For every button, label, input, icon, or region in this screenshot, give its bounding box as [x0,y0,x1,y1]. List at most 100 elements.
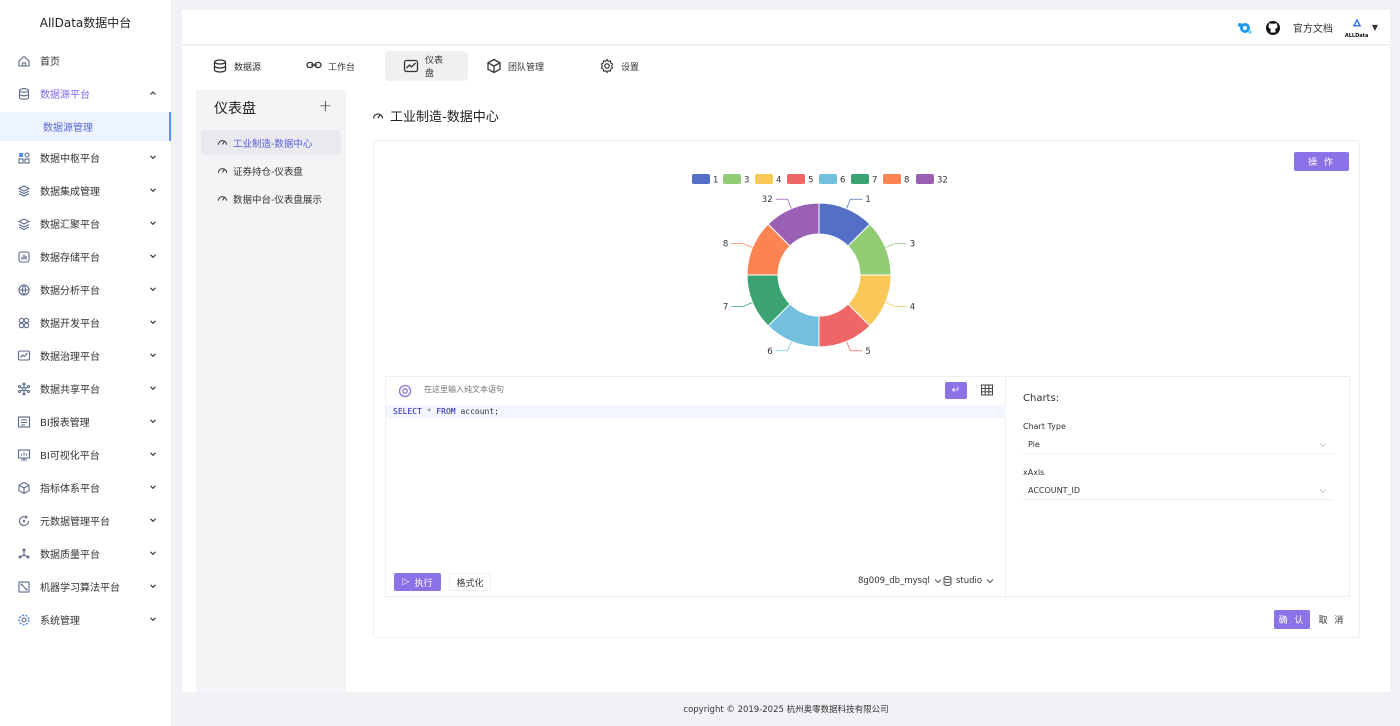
globe-icon [17,283,31,297]
legend-item[interactable]: 5 [787,174,813,186]
sidebar-item[interactable]: 数据存储平台 [0,240,171,273]
dashboard-list-item[interactable]: 证券持仓-仪表盘 [201,158,341,183]
gear-icon [599,58,615,74]
slice-label: 8 [723,240,728,250]
gauge-icon [217,165,228,176]
chevron-down-icon [148,581,158,591]
legend-item[interactable]: 1 [692,174,718,186]
chart-type-label: Chart Type [1023,422,1066,431]
user-menu[interactable]: ALLData ▼ [1345,18,1378,38]
label-line [847,342,863,351]
add-dashboard-button[interactable]: + [319,96,332,115]
tab-1[interactable]: 工作台 [288,51,385,81]
chevron-down-icon [148,185,158,195]
sidebar-item-label: 元数据管理平台 [40,513,110,528]
sql-code-line[interactable]: SELECT * FROM account; [386,405,1006,418]
sidebar-item[interactable]: 数据质量平台 [0,537,171,570]
tab-4[interactable]: 设置 [581,51,658,81]
sidebar-item[interactable]: 首页 [0,44,171,77]
sidebar-item[interactable]: 数据开发平台 [0,306,171,339]
cube-icon [17,481,31,495]
chevron-down-icon [986,577,994,585]
table-icon[interactable] [980,383,994,397]
tab-0[interactable]: 数据源 [194,51,288,81]
svg-text:3: 3 [744,176,749,186]
svg-text:4: 4 [776,176,781,186]
svg-text:1: 1 [713,176,718,186]
sidebar-item[interactable]: 数据共享平台 [0,372,171,405]
sidebar-item-label: 数据中枢平台 [40,150,100,165]
chevron-up-icon [148,88,158,98]
sidebar-item[interactable]: 数据集成管理 [0,174,171,207]
docs-link[interactable]: 官方文档 [1293,20,1333,35]
chevron-down-icon [148,548,158,558]
sidebar-item[interactable]: 数据分析平台 [0,273,171,306]
label-line [731,244,752,248]
format-button[interactable]: 格式化 [449,573,491,591]
ml-icon [17,580,31,594]
prompt-input[interactable] [424,385,824,394]
dashboard-list-item[interactable]: 数据中台-仪表盘展示 [201,186,341,211]
chevron-down-icon [148,383,158,393]
run-button[interactable]: ▷ 执行 [394,573,441,591]
sidebar-item[interactable]: BI可视化平台 [0,438,171,471]
confirm-button[interactable]: 确 认 [1274,610,1310,629]
assistant-icon[interactable] [1237,20,1253,36]
chevron-down-icon [934,577,942,585]
database-icon [17,87,31,101]
tab-3[interactable]: 团队管理 [468,51,581,81]
legend-item[interactable]: 6 [819,174,845,186]
datasource-select[interactable]: 8g009_db_mysql [858,576,942,586]
xaxis-select[interactable]: ACCOUNT_ID [1023,482,1333,500]
screen-icon [17,448,31,462]
tab-label: 仪表盘 [425,53,450,79]
sidebar-subitem[interactable]: 数据源管理 [0,112,171,141]
sidebar-item-label: 数据源平台 [40,86,90,101]
play-icon: ▷ [403,577,410,587]
chevron-down-icon [148,416,158,426]
legend-item[interactable]: 3 [723,174,749,186]
submit-prompt-button[interactable]: ↵ [945,382,967,399]
svg-text:32: 32 [937,176,948,186]
cube-icon [486,58,502,74]
legend-item[interactable]: 32 [916,174,948,186]
operate-button[interactable]: 操 作 [1294,152,1349,171]
sidebar-item[interactable]: BI报表管理 [0,405,171,438]
tab-2[interactable]: 仪表盘 [385,51,468,81]
sidebar-item[interactable]: 元数据管理平台 [0,504,171,537]
network-icon [17,547,31,561]
sidebar-item[interactable]: 指标体系平台 [0,471,171,504]
github-icon[interactable] [1265,20,1281,36]
sidebar-item[interactable]: 数据治理平台 [0,339,171,372]
caret-down-icon: ▼ [1372,23,1378,32]
dashboard-list-item[interactable]: 工业制造-数据中心 [201,130,341,155]
legend-item[interactable]: 4 [755,174,781,186]
slice-label: 32 [762,195,773,205]
sidebar-item-label: 数据质量平台 [40,546,100,561]
dashboard-item-label: 证券持仓-仪表盘 [233,164,303,178]
query-editor-area: ↵ SELECT * FROM account; ▷ 执行 格式化 8g009_… [385,376,1350,597]
sidebar-item[interactable]: 机器学习算法平台 [0,570,171,603]
prompt-row: ↵ [386,377,1006,405]
sidebar-item-label: 机器学习算法平台 [40,579,120,594]
ai-assistant-icon[interactable] [398,384,412,398]
cancel-button[interactable]: 取 消 [1314,610,1350,629]
sidebar-menu: 首页数据源平台数据源管理数据中枢平台数据集成管理数据汇聚平台数据存储平台数据分析… [0,44,171,636]
sidebar-item[interactable]: 数据源平台 [0,77,171,110]
label-line [886,244,907,248]
pie-chart: 134567832134567832 [674,169,974,359]
sidebar: AllData数据中台 首页数据源平台数据源管理数据中枢平台数据集成管理数据汇聚… [0,0,172,726]
slice-label: 4 [910,302,915,312]
schema-select[interactable]: studio [943,576,994,586]
sidebar-item[interactable]: 数据中枢平台 [0,141,171,174]
sidebar-item[interactable]: 系统管理 [0,603,171,636]
chart-type-select[interactable]: Pie [1023,436,1333,454]
chevron-down-icon [1319,441,1327,449]
main-content: 数据源工作台仪表盘团队管理设置 仪表盘 + 工业制造-数据中心证券持仓-仪表盘数… [182,46,1390,692]
legend-item[interactable]: 7 [851,174,877,186]
slice-label: 5 [865,347,870,357]
sidebar-item-label: 数据汇聚平台 [40,216,100,231]
sidebar-item[interactable]: 数据汇聚平台 [0,207,171,240]
svg-text:5: 5 [808,176,813,186]
legend-item[interactable]: 8 [883,174,909,186]
